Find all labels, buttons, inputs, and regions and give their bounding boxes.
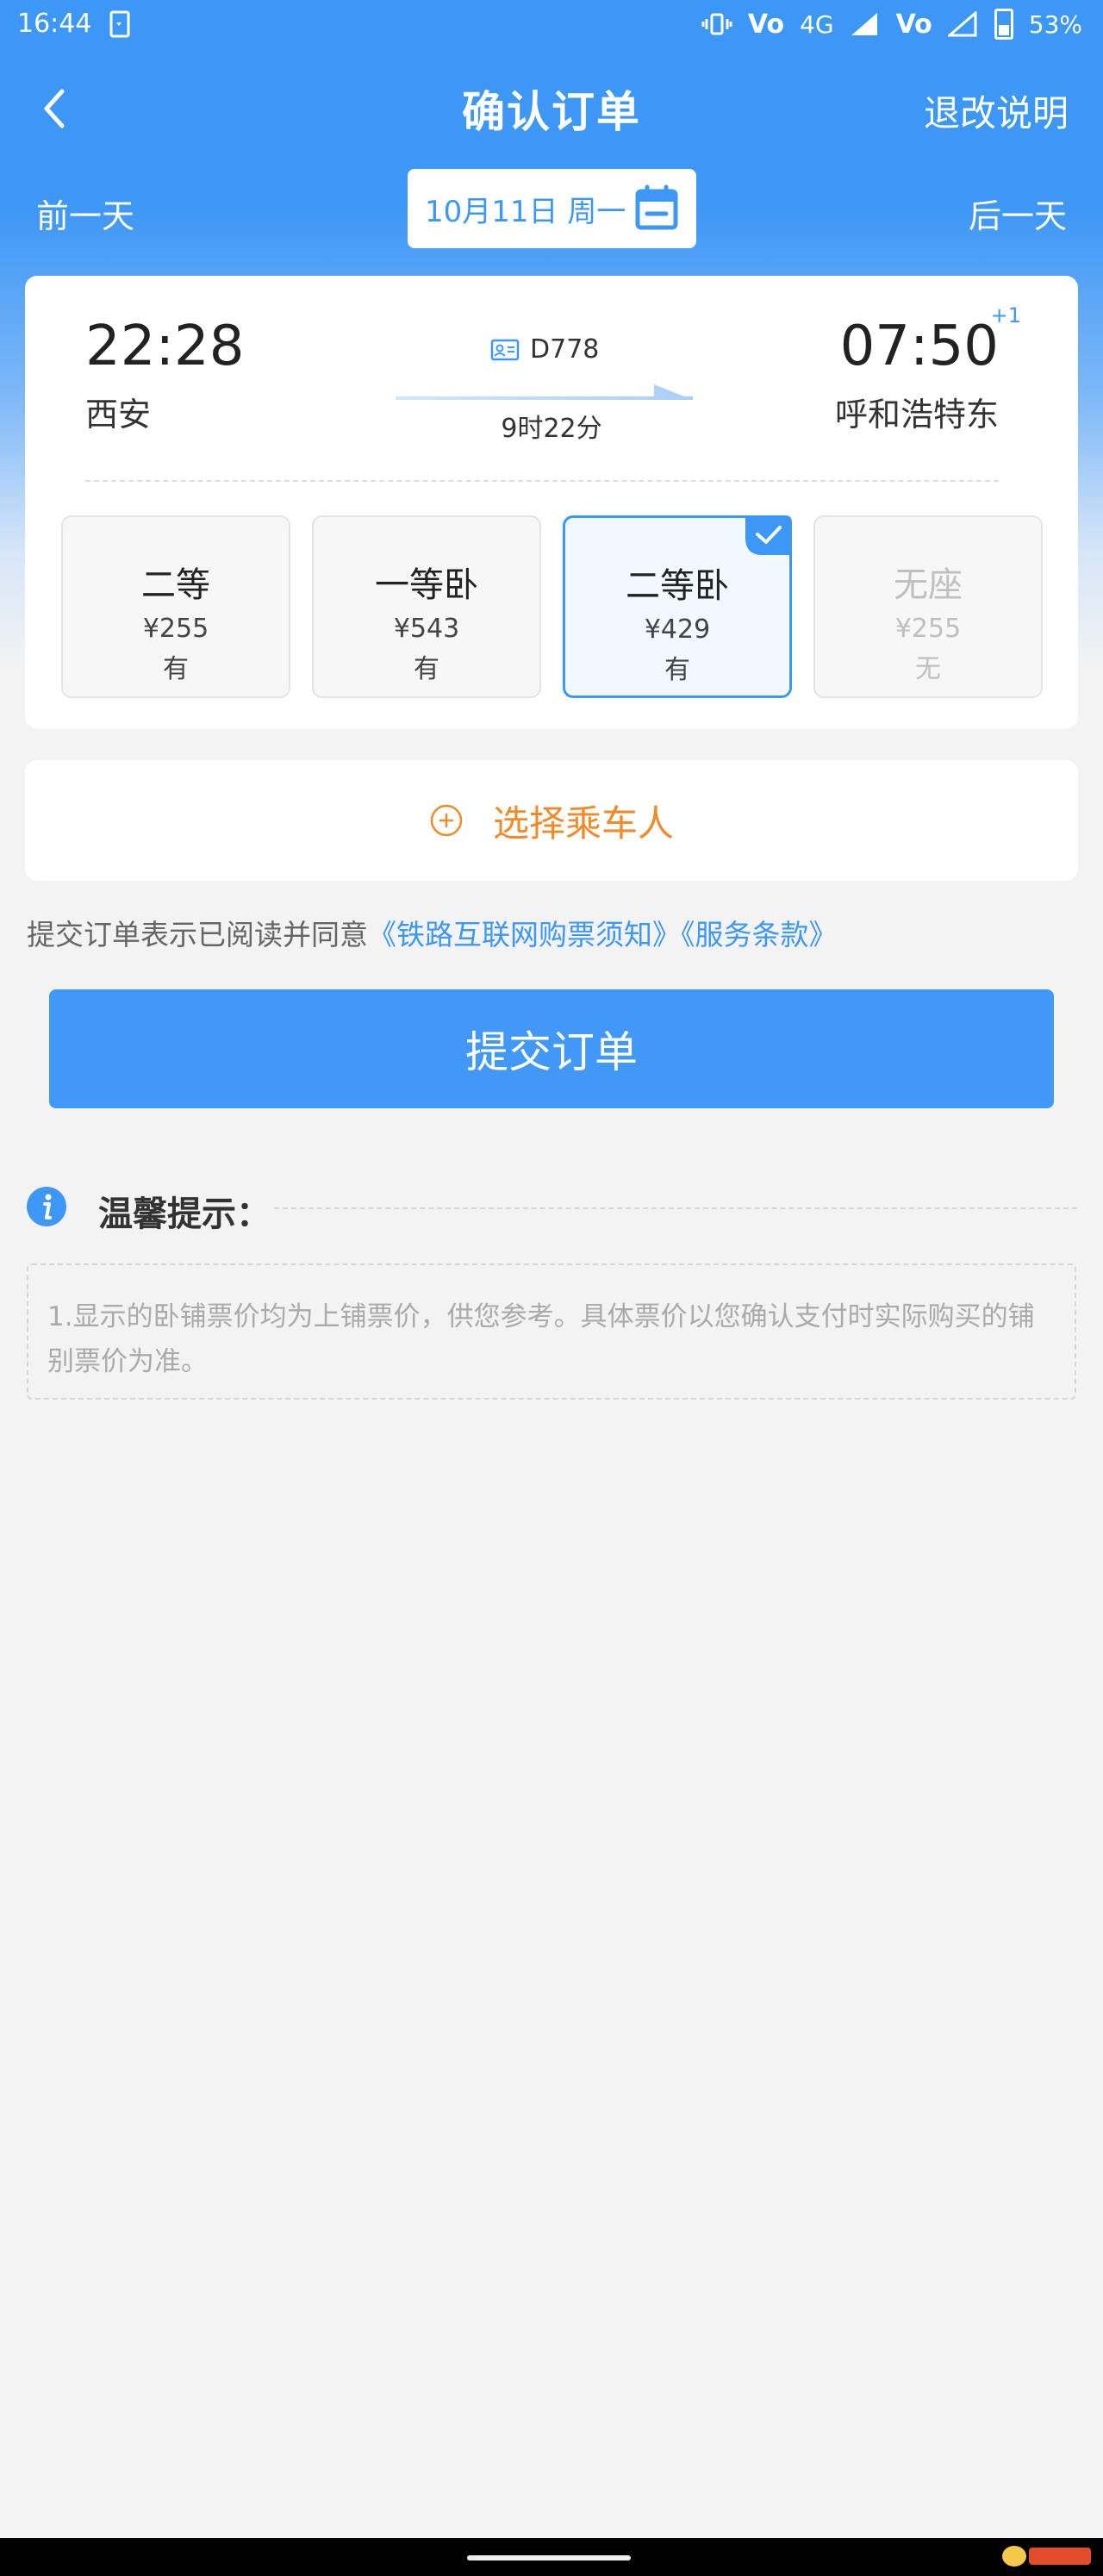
agreement-prefix: 提交订单表示已阅读并同意 [27, 918, 368, 951]
seat-name: 一等卧 [375, 565, 478, 605]
seat-price: ¥255 [894, 614, 962, 644]
usb-debug-icon [109, 10, 130, 38]
system-navigation-bar [0, 2538, 1103, 2576]
seat-availability: 无 [915, 654, 941, 684]
seat-name: 二等 [141, 565, 210, 605]
battery-icon [994, 9, 1013, 40]
train-info-icon [490, 339, 520, 360]
seat-type-options: 二等 ¥255 有 一等卧 ¥543 有 二等卧 ¥429 有 无座 ¥255 … [61, 515, 1044, 700]
add-circle-icon [430, 804, 463, 837]
depart-time: 22:28 [85, 315, 245, 378]
select-passenger-button[interactable]: 选择乘车人 [25, 760, 1078, 881]
network-type: 4G [800, 9, 834, 39]
nav-bar: 确认订单 退改说明 [0, 60, 1103, 155]
selected-check-icon [745, 515, 792, 555]
tips-content: 1.显示的卧铺票价均为上铺票价，供您参考。具体票价以您确认支付时实际购买的铺别票… [27, 1263, 1076, 1400]
signal-icon [851, 13, 877, 35]
tips-divider [274, 1207, 1077, 1209]
tips-title: 温馨提示： [98, 1194, 271, 1234]
seat-price: ¥429 [644, 614, 711, 645]
battery-percent: 53% [1028, 9, 1082, 39]
signal-icon-2 [947, 11, 977, 37]
calendar-icon [635, 184, 678, 230]
status-time: 16:44 [17, 9, 92, 39]
volte-indicator-2: Vo [895, 9, 932, 40]
select-passenger-label: 选择乘车人 [492, 801, 674, 845]
home-indicator[interactable] [467, 2555, 631, 2560]
info-icon [27, 1187, 66, 1226]
date-picker[interactable]: 10月11日 周一 [408, 169, 696, 248]
terms-of-service-link[interactable]: 《服务条款》 [681, 918, 838, 951]
seat-option-first-class-sleeper[interactable]: 一等卧 ¥543 有 [312, 515, 541, 698]
status-bar: 16:44 Vo 4G Vo 53% [0, 0, 1103, 53]
selected-date: 10月11日 周一 [425, 194, 626, 229]
purchase-notice-link[interactable]: 《铁路互联网购票须知》 [368, 918, 681, 951]
seat-availability: 有 [414, 654, 439, 684]
volte-indicator: Vo [747, 9, 785, 40]
next-day-button[interactable]: 后一天 [969, 190, 1067, 237]
seat-availability: 有 [163, 654, 189, 684]
arrive-station: 呼和浩特东 [834, 396, 999, 433]
agreement-text: 提交订单表示已阅读并同意《铁路互联网购票须知》《服务条款》 [27, 912, 838, 953]
status-icons: Vo 4G Vo 53% [701, 9, 1082, 40]
seat-option-second-class[interactable]: 二等 ¥255 有 [61, 515, 290, 698]
seat-option-no-seat[interactable]: 无座 ¥255 无 [813, 515, 1043, 698]
watermark-logo-icon [1002, 2546, 1091, 2567]
train-number-text: D778 [530, 334, 600, 365]
seat-price: ¥543 [393, 614, 460, 644]
route-arrow-icon [396, 384, 693, 400]
seat-availability: 有 [664, 655, 690, 685]
train-info-card: 22:28 西安 D778 9时22分 +1 07:50 呼和浩特东 二等 ¥2… [25, 276, 1078, 728]
submit-order-button[interactable]: 提交订单 [49, 989, 1054, 1108]
seat-name: 无座 [894, 565, 963, 605]
divider [85, 480, 999, 482]
prev-day-button[interactable]: 前一天 [36, 190, 134, 237]
arrive-time: 07:50 [839, 315, 999, 378]
refund-info-link[interactable]: 退改说明 [924, 84, 1069, 137]
seat-option-second-class-sleeper[interactable]: 二等卧 ¥429 有 [563, 515, 792, 698]
seat-price: ¥255 [142, 614, 209, 644]
train-number[interactable]: D778 [490, 334, 599, 365]
seat-name: 二等卧 [626, 566, 729, 606]
vibrate-icon [701, 13, 732, 35]
